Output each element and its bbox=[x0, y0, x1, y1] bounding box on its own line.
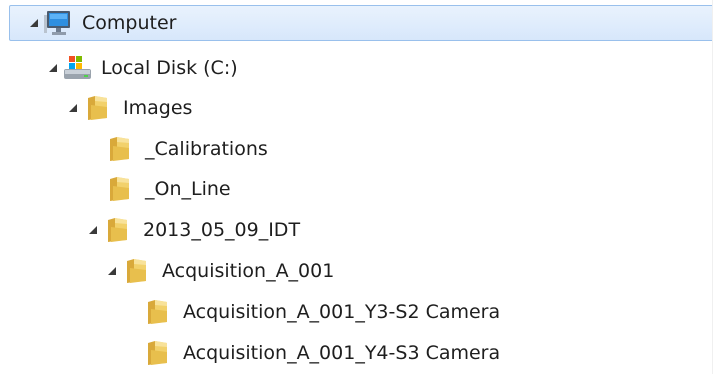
tree-item-images[interactable]: Images bbox=[0, 88, 725, 128]
expanded-arrow-icon[interactable] bbox=[27, 16, 41, 30]
tree-item-label: Images bbox=[123, 97, 193, 119]
folder-icon bbox=[145, 337, 179, 369]
tree-item-label: Computer bbox=[82, 12, 177, 34]
tree-item-acquisition-a-001[interactable]: Acquisition_A_001 bbox=[0, 251, 725, 291]
tree-item-on-line[interactable]: _On_Line bbox=[0, 169, 725, 209]
folder-tree: Computer Local Disk (C:) Images _Calibra… bbox=[0, 0, 725, 374]
folder-icon bbox=[124, 255, 158, 287]
expanded-arrow-icon[interactable] bbox=[66, 101, 80, 115]
tree-item-label: Acquisition_A_001_Y3-S2 Camera bbox=[183, 301, 501, 323]
no-children-spacer bbox=[90, 182, 104, 196]
pane-edge bbox=[712, 0, 725, 374]
folder-icon bbox=[107, 133, 141, 165]
folder-icon bbox=[145, 296, 179, 328]
tree-item-2013-05-09-idt[interactable]: 2013_05_09_IDT bbox=[0, 210, 725, 250]
tree-item-label: 2013_05_09_IDT bbox=[143, 219, 301, 241]
tree-item-computer[interactable]: Computer bbox=[9, 5, 716, 41]
tree-item-label: Local Disk (C:) bbox=[101, 57, 238, 79]
no-children-spacer bbox=[128, 346, 142, 360]
folder-icon bbox=[105, 214, 139, 246]
no-children-spacer bbox=[128, 305, 142, 319]
tree-item-label: _On_Line bbox=[145, 178, 231, 200]
no-children-spacer bbox=[90, 142, 104, 156]
folder-icon bbox=[85, 92, 119, 124]
expanded-arrow-icon[interactable] bbox=[46, 61, 60, 75]
expanded-arrow-icon[interactable] bbox=[86, 223, 100, 237]
tree-item-y3-s2-camera[interactable]: Acquisition_A_001_Y3-S2 Camera bbox=[0, 292, 725, 332]
tree-item-local-disk[interactable]: Local Disk (C:) bbox=[0, 48, 725, 88]
folder-icon bbox=[107, 173, 141, 205]
expanded-arrow-icon[interactable] bbox=[105, 264, 119, 278]
tree-item-calibrations[interactable]: _Calibrations bbox=[0, 129, 725, 169]
tree-item-label: Acquisition_A_001_Y4-S3 Camera bbox=[183, 342, 501, 364]
tree-item-y4-s3-camera[interactable]: Acquisition_A_001_Y4-S3 Camera bbox=[0, 333, 725, 373]
computer-icon bbox=[44, 7, 78, 39]
tree-item-label: _Calibrations bbox=[145, 138, 268, 160]
tree-item-label: Acquisition_A_001 bbox=[162, 260, 335, 282]
drive-icon bbox=[63, 52, 97, 84]
